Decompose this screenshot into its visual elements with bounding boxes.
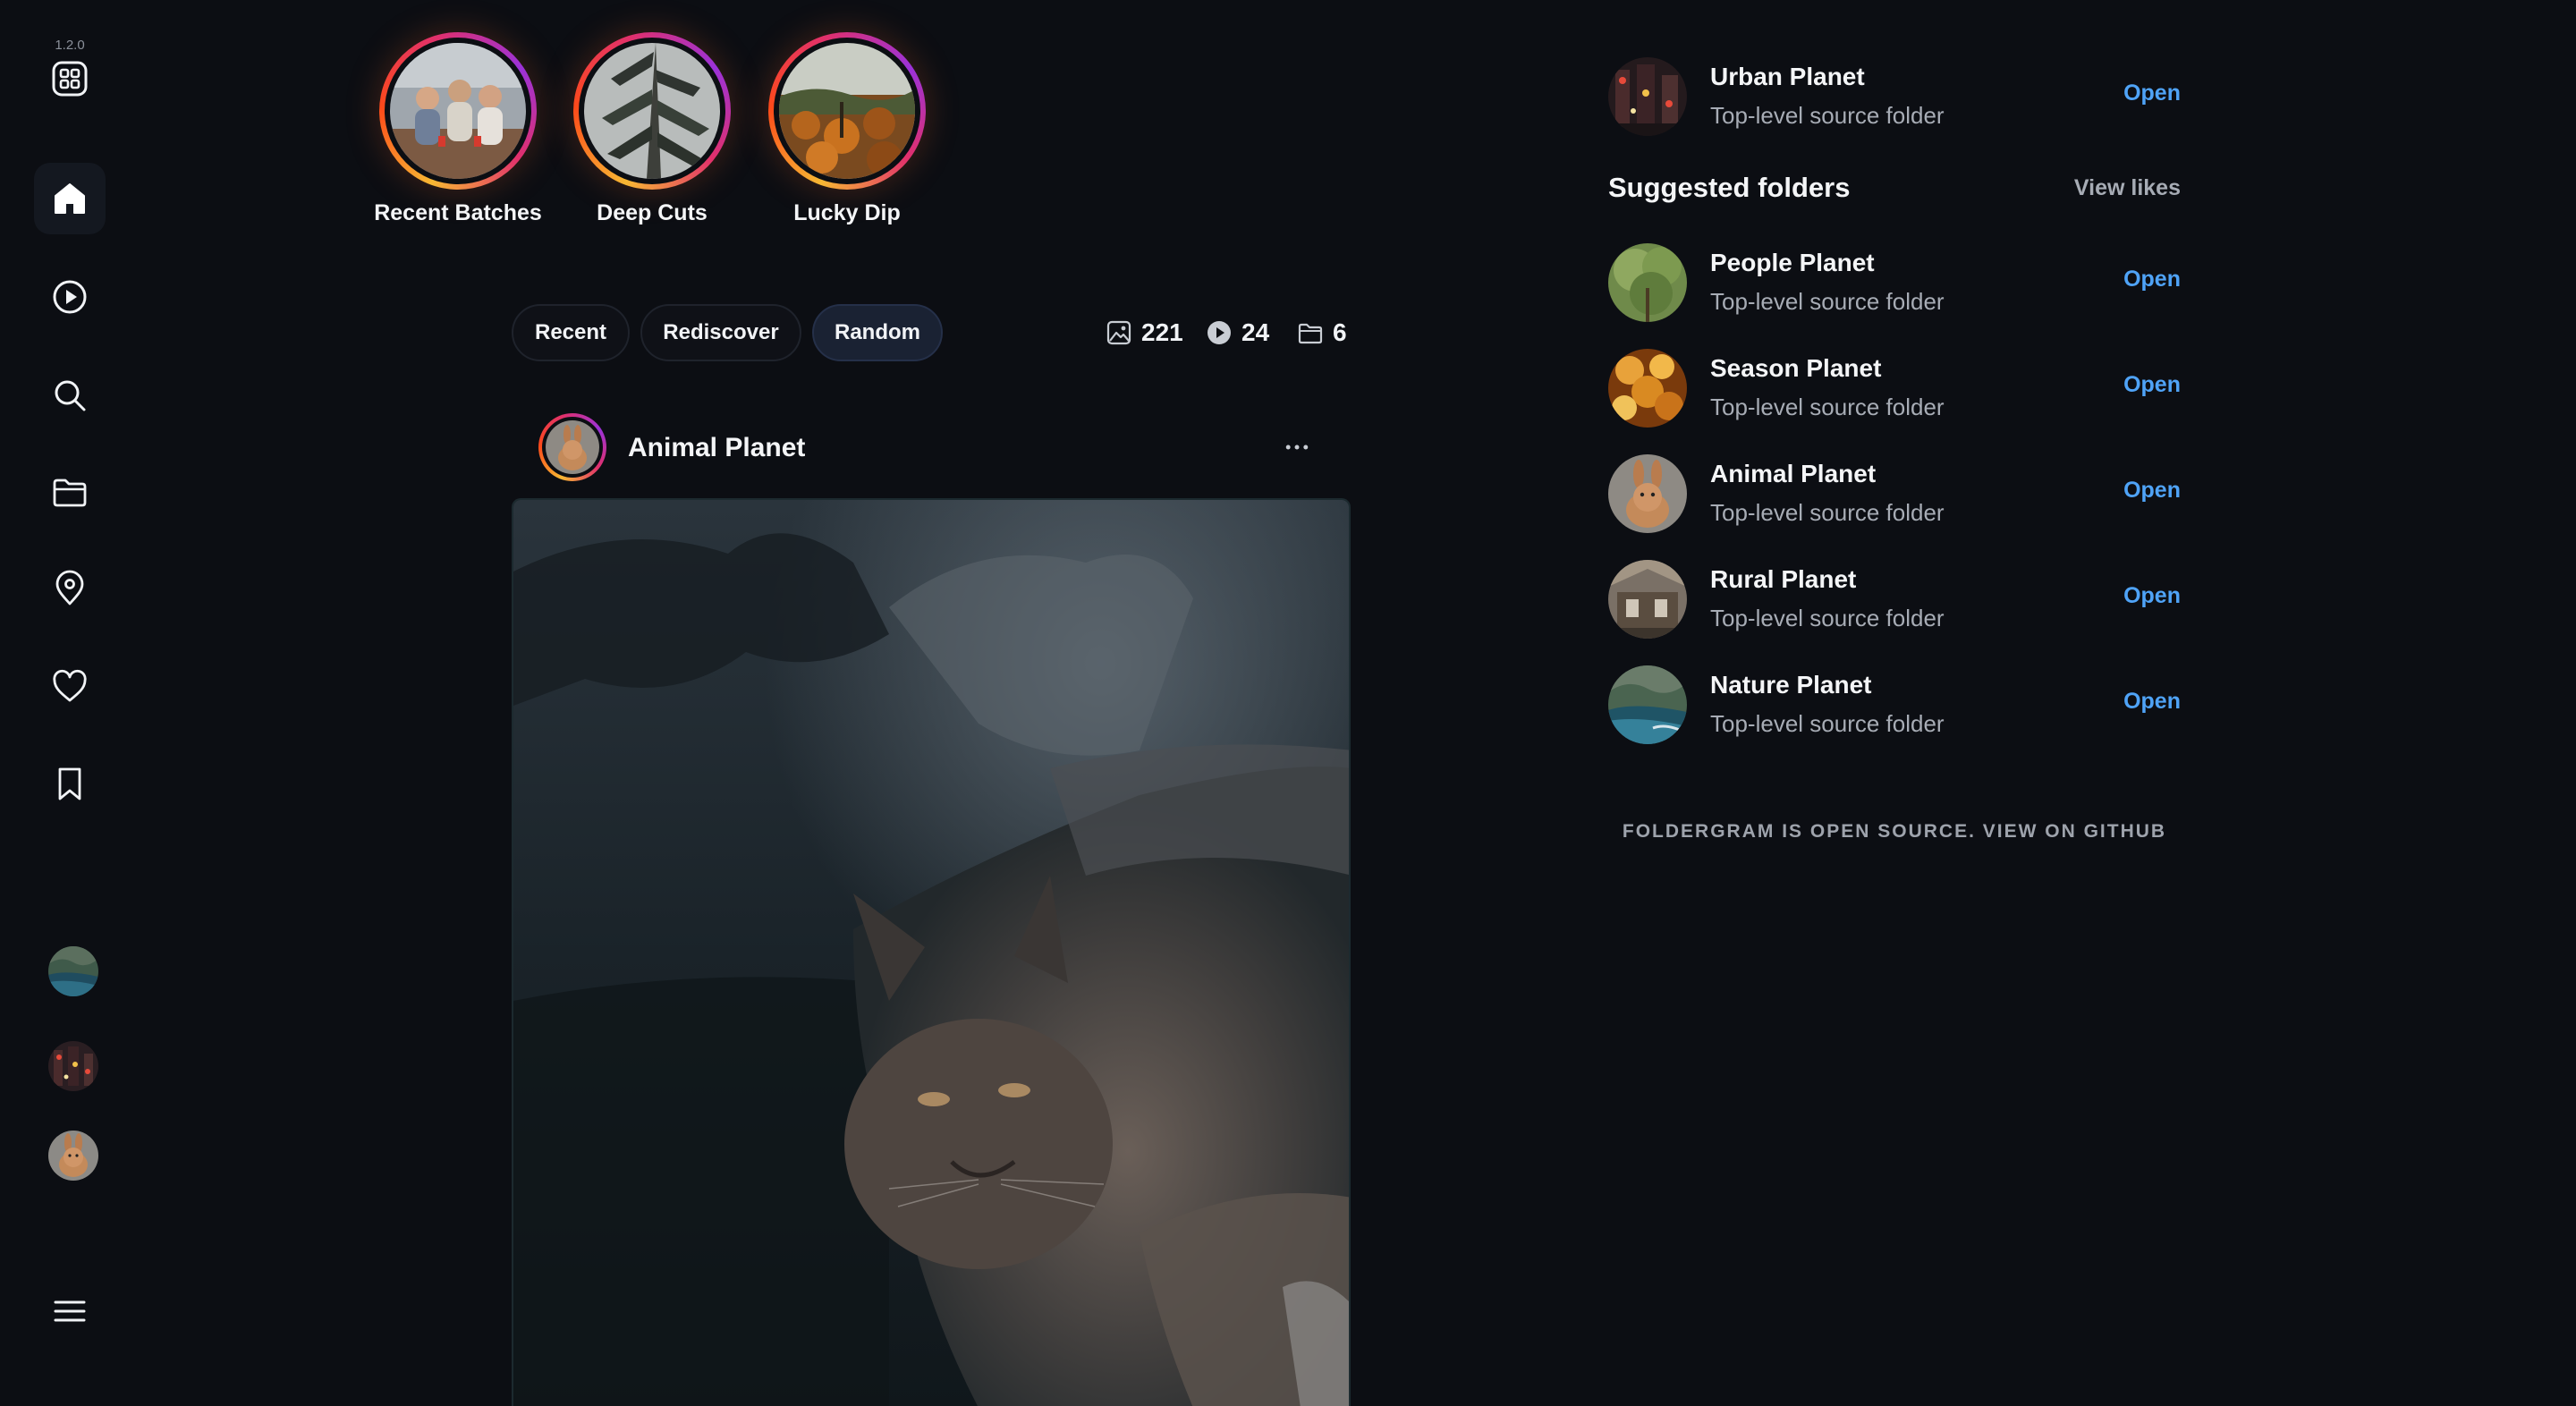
photo-count-value: 221 [1141, 318, 1183, 346]
open-button[interactable]: Open [2123, 689, 2181, 715]
current-folder: Urban Planet Top-level source folder Ope… [1608, 57, 2181, 138]
urban-thumbnail [1608, 57, 1687, 136]
folder-avatar[interactable] [1608, 57, 1687, 136]
open-button[interactable]: Open [2123, 372, 2181, 398]
folder-count-value: 6 [1333, 318, 1347, 346]
suggested-folder: Rural Planet Top-level source folder Ope… [1608, 560, 2181, 640]
story-ring [379, 32, 537, 190]
open-button[interactable]: Open [2123, 478, 2181, 504]
folder-subtitle: Top-level source folder [1710, 102, 1945, 129]
nature-thumbnail [48, 946, 98, 996]
folder-avatar[interactable] [1608, 560, 1687, 639]
folder-avatar[interactable] [1608, 454, 1687, 533]
lynx-photo [513, 500, 1349, 1406]
video-count-value: 24 [1241, 318, 1270, 346]
recent-batches-thumbnail [390, 43, 526, 179]
app-grid-icon [52, 61, 88, 97]
photo-count: 221 [1106, 317, 1183, 349]
search-icon [55, 380, 86, 411]
story-recent-batches[interactable]: Recent Batches [360, 32, 556, 226]
folder-count: 6 [1297, 317, 1347, 349]
open-button[interactable]: Open [2123, 583, 2181, 609]
app-grid-button[interactable] [34, 43, 106, 114]
nav-places[interactable] [34, 553, 106, 624]
lucky-dip-thumbnail [779, 43, 915, 179]
folder-subtitle: Top-level source folder [1710, 605, 1945, 631]
folder-subtitle: Top-level source folder [1710, 394, 1945, 420]
deep-cuts-thumbnail [584, 43, 720, 179]
season-thumbnail [1608, 349, 1687, 428]
folder-name[interactable]: Urban Planet [1710, 63, 1865, 91]
story-label: Lucky Dip [793, 200, 901, 225]
sidebar-nav: 1.2.0 [0, 0, 143, 1406]
tab-random[interactable]: Random [812, 304, 943, 361]
people-thumbnail [1608, 243, 1687, 322]
menu-button[interactable] [34, 1275, 106, 1347]
play-circle-icon [53, 280, 87, 314]
hamburger-menu-icon [54, 1300, 86, 1322]
suggested-folders-heading: Suggested folders [1608, 172, 1851, 203]
post-folder-name[interactable]: Animal Planet [628, 433, 805, 463]
foldergram-app: 1.2.0 Recent Batches Deep Cuts Lucky Dip… [0, 0, 2576, 1406]
post-more-button[interactable] [1279, 431, 1315, 463]
folder-name[interactable]: Season Planet [1710, 354, 1881, 383]
open-source-footer-link[interactable]: FOLDERGRAM IS OPEN SOURCE. VIEW ON GITHU… [1608, 821, 2181, 843]
folder-subtitle: Top-level source folder [1710, 710, 1945, 737]
shortcut-avatar-animal[interactable] [48, 1131, 98, 1181]
folder-name[interactable]: Animal Planet [1710, 460, 1876, 488]
nav-search[interactable] [34, 360, 106, 431]
nav-folders[interactable] [34, 456, 106, 528]
image-icon [1106, 320, 1131, 345]
folder-subtitle: Top-level source folder [1710, 288, 1945, 315]
story-label: Recent Batches [374, 200, 542, 225]
folder-avatar[interactable] [1608, 349, 1687, 428]
heart-icon [53, 669, 87, 702]
story-lucky-dip[interactable]: Lucky Dip [749, 32, 945, 226]
nature-thumbnail [1608, 665, 1687, 744]
post-folder-avatar[interactable] [538, 413, 606, 481]
map-pin-icon [55, 570, 84, 606]
folder-name[interactable]: People Planet [1710, 249, 1875, 277]
bookmark-icon [58, 767, 81, 800]
home-icon [55, 183, 85, 214]
suggested-folder: People Planet Top-level source folder Op… [1608, 243, 2181, 324]
nav-saved[interactable] [34, 748, 106, 819]
suggested-folder: Nature Planet Top-level source folder Op… [1608, 665, 2181, 746]
folder-avatar[interactable] [1608, 243, 1687, 322]
nav-likes[interactable] [34, 651, 106, 723]
shortcut-avatar-nature[interactable] [48, 946, 98, 996]
folder-name[interactable]: Nature Planet [1710, 671, 1872, 699]
folder-icon [53, 479, 87, 507]
folder-icon [1298, 323, 1323, 344]
post-header: Animal Planet [512, 411, 1351, 483]
video-count: 24 [1206, 317, 1269, 349]
video-play-icon [1208, 321, 1231, 344]
folder-avatar[interactable] [1608, 665, 1687, 744]
more-horizontal-icon [1285, 445, 1309, 450]
folder-subtitle: Top-level source folder [1710, 499, 1945, 526]
open-button[interactable]: Open [2123, 267, 2181, 292]
suggested-folder: Animal Planet Top-level source folder Op… [1608, 454, 2181, 535]
post-media[interactable] [512, 498, 1351, 1406]
tab-rediscover[interactable]: Rediscover [640, 304, 801, 361]
story-deep-cuts[interactable]: Deep Cuts [554, 32, 750, 226]
story-label: Deep Cuts [597, 200, 708, 225]
nav-videos[interactable] [34, 261, 106, 333]
animal-thumbnail [1608, 454, 1687, 533]
tab-recent[interactable]: Recent [512, 304, 630, 361]
suggested-folder: Season Planet Top-level source folder Op… [1608, 349, 2181, 429]
nav-home[interactable] [34, 163, 106, 234]
animal-thumbnail [546, 420, 599, 474]
animal-thumbnail [48, 1131, 98, 1181]
rural-thumbnail [1608, 560, 1687, 639]
view-likes-link[interactable]: View likes [2072, 175, 2181, 201]
open-button[interactable]: Open [2123, 80, 2181, 106]
shortcut-avatar-urban[interactable] [48, 1041, 98, 1091]
story-ring [573, 32, 731, 190]
folder-name[interactable]: Rural Planet [1710, 565, 1856, 594]
story-ring [768, 32, 926, 190]
urban-thumbnail [48, 1041, 98, 1091]
